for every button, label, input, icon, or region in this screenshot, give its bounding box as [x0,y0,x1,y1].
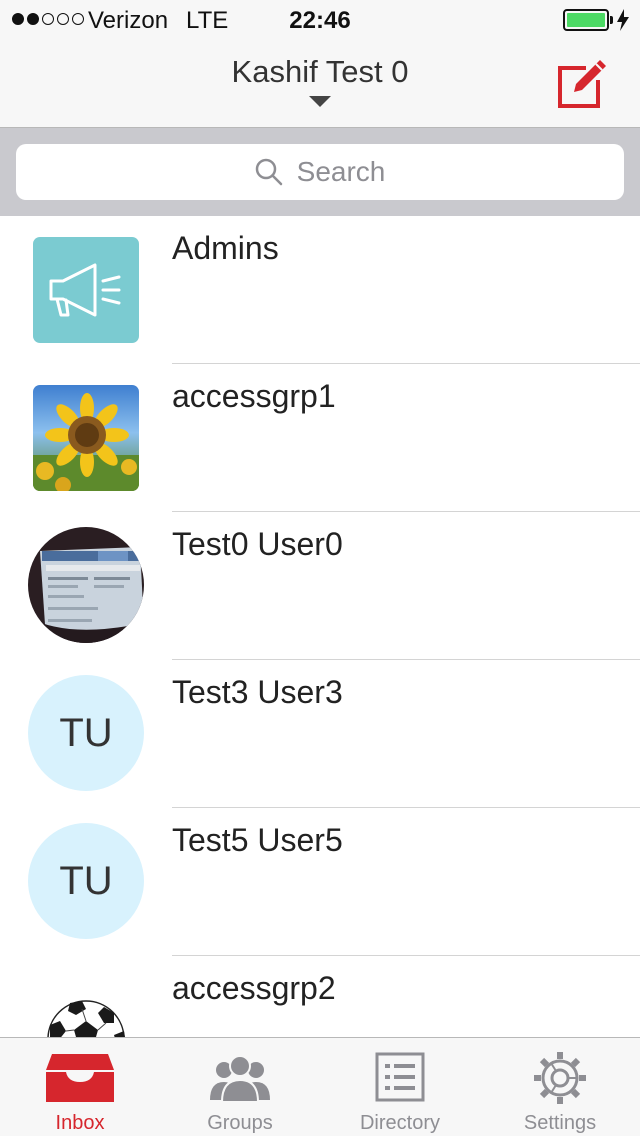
list-item[interactable]: Admins [0,216,640,364]
screen-photo [28,527,144,643]
tab-label: Settings [523,1112,597,1134]
status-bar: Verizon LTE 22:46 [0,0,640,40]
navigation-bar: Kashif Test 0 [0,40,640,128]
tab-label: Groups [207,1112,273,1134]
caret-down-icon[interactable] [309,96,331,107]
initials-avatar: TU [28,675,144,791]
settings-icon [534,1052,586,1104]
battery-cap [610,16,613,24]
tab-bar: Inbox Groups Directory Settings [0,1037,640,1136]
status-time: 22:46 [289,7,351,34]
conversation-list: Admins accessgrp1 Test0 User0 TU Test3 U… [0,216,640,1037]
megaphone-icon [33,237,139,343]
directory-icon [375,1052,425,1102]
list-item[interactable]: Test0 User0 [0,512,640,660]
tab-label: Inbox [55,1112,105,1134]
tab-directory[interactable]: Directory [320,1038,480,1136]
battery-icon [563,9,609,31]
list-item[interactable]: accessgrp1 [0,364,640,512]
search-placeholder: Search [296,156,386,187]
inbox-icon [46,1054,114,1102]
tab-groups[interactable]: Groups [160,1038,320,1136]
conversation-name: Test3 User3 [172,674,343,710]
charging-bolt-icon [617,9,629,31]
conversation-name: Admins [172,230,279,266]
soccer-ball-photo [30,979,142,1037]
conversation-name: Test0 User0 [172,526,343,562]
search-bar: Search [0,128,640,216]
tab-label: Directory [359,1112,440,1134]
tab-settings[interactable]: Settings [480,1038,640,1136]
compose-icon[interactable] [556,58,610,110]
account-title[interactable]: Kashif Test 0 [0,54,640,90]
list-item[interactable]: TU Test3 User3 [0,660,640,808]
sunflower-photo [33,385,139,491]
list-item[interactable]: accessgrp2 [0,956,640,1037]
search-input[interactable]: Search [16,144,624,200]
conversation-name: accessgrp1 [172,378,336,414]
tab-inbox[interactable]: Inbox [0,1038,160,1136]
groups-icon [210,1055,270,1103]
battery-level [567,13,605,27]
initials-avatar: TU [28,823,144,939]
list-item[interactable]: TU Test5 User5 [0,808,640,956]
search-icon [255,158,282,186]
conversation-name: Test5 User5 [172,822,343,858]
conversation-name: accessgrp2 [172,970,336,1006]
